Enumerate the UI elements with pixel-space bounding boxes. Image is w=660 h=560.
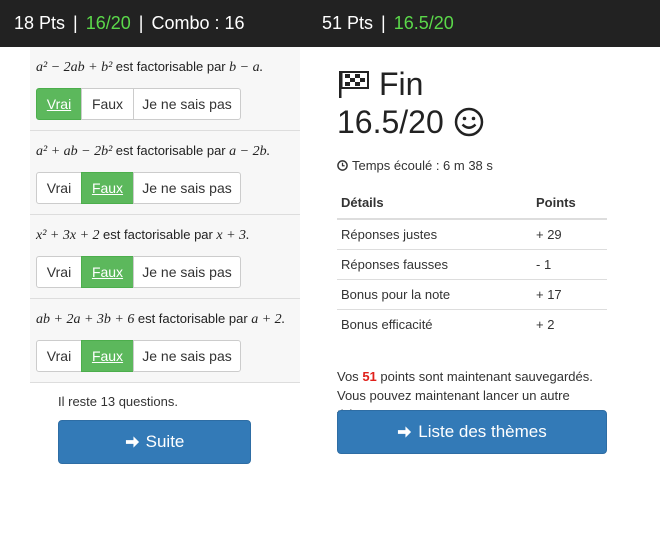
question-text: a² − 2ab + b² est factorisable par b − a… (36, 57, 294, 78)
question-statement: est factorisable par (115, 143, 226, 158)
table-row: Réponses justes + 29 (337, 218, 607, 250)
question-statement: est factorisable par (115, 59, 226, 74)
table-row: Bonus pour la note + 17 (337, 279, 607, 310)
faux-button[interactable]: Faux (81, 256, 134, 288)
session-points: 18 Pts (14, 13, 66, 33)
saved-points-value: 51 (362, 369, 377, 384)
row-label: Bonus pour la note (337, 279, 532, 310)
question-expression: a² + ab − 2b² (36, 144, 113, 159)
clock-icon (337, 160, 348, 171)
question-expression: x² + 3x + 2 (36, 228, 100, 243)
total-grade: 16.5/20 (393, 13, 454, 33)
results-title: Fin (337, 66, 607, 102)
results-panel: Fin 16.5/20 Temps écoulé : 6 m 38 s Déta… (337, 66, 607, 424)
vrai-button[interactable]: Vrai (36, 172, 82, 204)
dont-know-button[interactable]: Je ne sais pas (133, 88, 241, 120)
combo-counter: Combo : 16 (151, 13, 245, 33)
themes-list-button-label: Liste des thèmes (418, 422, 547, 441)
dont-know-button[interactable]: Je ne sais pas (133, 256, 241, 288)
question-target: x + 3. (216, 228, 250, 243)
session-grade: 16/20 (85, 13, 131, 33)
final-score-value: 16.5/20 (337, 104, 444, 140)
row-label: Réponses justes (337, 218, 532, 250)
row-points: + 29 (532, 218, 607, 250)
row-label: Réponses fausses (337, 249, 532, 280)
separator: | (381, 13, 386, 33)
table-row: Bonus efficacité + 2 (337, 309, 607, 339)
suite-button-label: Suite (145, 432, 185, 451)
table-header-row: Détails Points (337, 187, 607, 220)
column-header-points: Points (532, 187, 607, 220)
question-target: a + 2. (251, 312, 286, 327)
dont-know-button[interactable]: Je ne sais pas (133, 340, 241, 372)
dont-know-button[interactable]: Je ne sais pas (133, 172, 241, 204)
faux-button[interactable]: Faux (81, 340, 134, 372)
question-list: a² − 2ab + b² est factorisable par b − a… (30, 47, 300, 383)
faux-button[interactable]: Faux (81, 172, 134, 204)
question-item: x² + 3x + 2 est factorisable par x + 3. … (30, 215, 300, 299)
results-title-text: Fin (379, 66, 424, 102)
elapsed-time: Temps écoulé : 6 m 38 s (337, 158, 607, 173)
table-row: Réponses fausses - 1 (337, 249, 607, 280)
remaining-questions-text: Il reste 13 questions. (58, 394, 178, 409)
separator: | (138, 13, 144, 33)
question-target: a − 2b. (229, 144, 271, 159)
question-text: x² + 3x + 2 est factorisable par x + 3. (36, 225, 294, 246)
flag-icon (339, 71, 369, 98)
total-points: 51 Pts (322, 13, 374, 33)
question-item: a² − 2ab + b² est factorisable par b − a… (30, 47, 300, 131)
arrow-right-icon (125, 436, 139, 448)
question-statement: est factorisable par (137, 311, 248, 326)
answer-button-group: Vrai Faux Je ne sais pas (36, 172, 294, 204)
suite-button[interactable]: Suite (58, 420, 251, 464)
separator: | (73, 13, 78, 33)
vrai-button[interactable]: Vrai (36, 88, 82, 120)
note-prefix: Vos (337, 369, 359, 384)
row-label: Bonus efficacité (337, 309, 532, 339)
elapsed-time-text: Temps écoulé : 6 m 38 s (352, 158, 493, 173)
question-expression: ab + 2a + 3b + 6 (36, 312, 135, 327)
question-target: b − a. (229, 60, 264, 75)
faux-button[interactable]: Faux (81, 88, 134, 120)
question-statement: est factorisable par (103, 227, 213, 242)
question-item: a² + ab − 2b² est factorisable par a − 2… (30, 131, 300, 215)
themes-list-button[interactable]: Liste des thèmes (337, 410, 607, 454)
arrow-right-icon (398, 426, 412, 438)
row-points: + 17 (532, 279, 607, 310)
column-header-details: Détails (337, 187, 532, 220)
row-points: + 2 (532, 309, 607, 339)
answer-button-group: Vrai Faux Je ne sais pas (36, 340, 294, 372)
session-score: 18 Pts | 16/20 | Combo : 16 (14, 13, 245, 34)
question-item: ab + 2a + 3b + 6 est factorisable par a … (30, 299, 300, 383)
points-table: Détails Points Réponses justes + 29 Répo… (337, 187, 607, 339)
question-text: ab + 2a + 3b + 6 est factorisable par a … (36, 309, 294, 330)
top-score-bar: 18 Pts | 16/20 | Combo : 16 51 Pts | 16.5/20 (0, 0, 660, 47)
vrai-button[interactable]: Vrai (36, 256, 82, 288)
answer-button-group: Vrai Faux Je ne sais pas (36, 256, 294, 288)
total-score: 51 Pts | 16.5/20 (322, 13, 454, 34)
row-points: - 1 (532, 249, 607, 280)
question-expression: a² − 2ab + b² (36, 60, 113, 75)
question-text: a² + ab − 2b² est factorisable par a − 2… (36, 141, 294, 162)
vrai-button[interactable]: Vrai (36, 340, 82, 372)
answer-button-group: Vrai Faux Je ne sais pas (36, 88, 294, 120)
smiley-icon (454, 107, 484, 137)
final-score: 16.5/20 (337, 104, 607, 140)
